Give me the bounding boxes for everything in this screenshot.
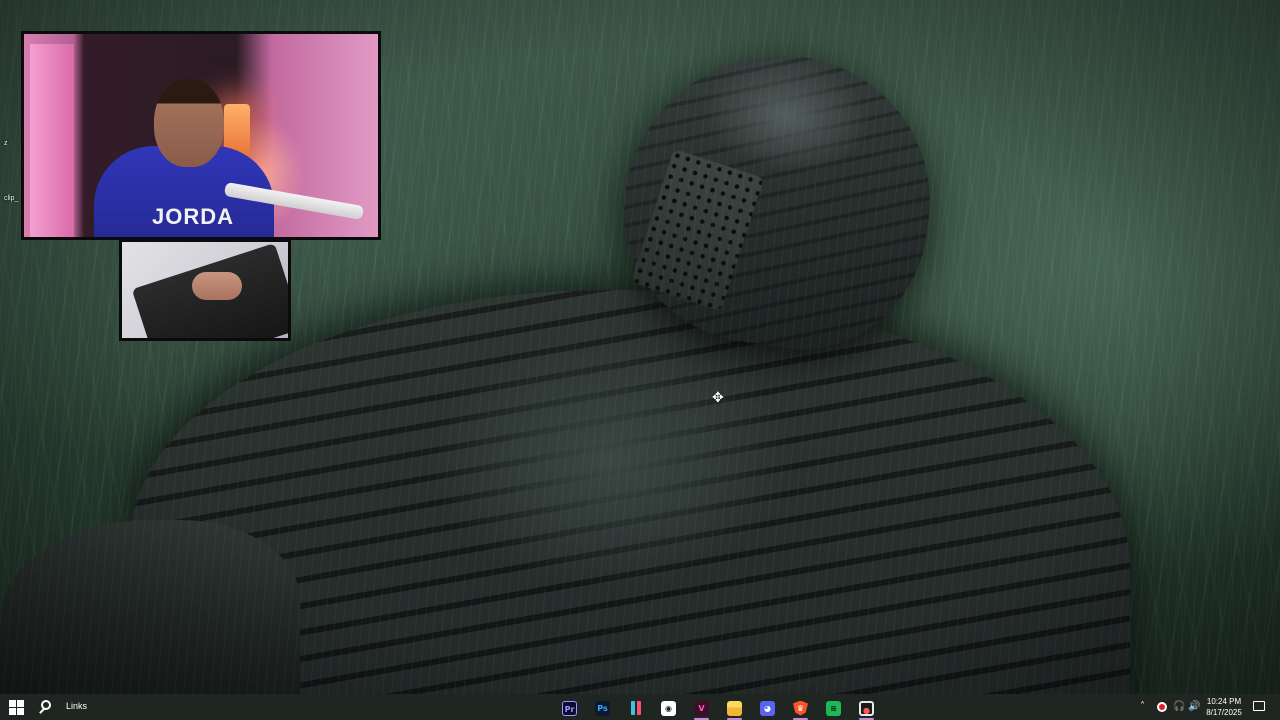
- photoshop-icon: Ps: [595, 700, 610, 716]
- taskbar-app-brave[interactable]: ♛: [784, 697, 817, 720]
- premiere-icon: Pr: [562, 700, 577, 716]
- webcam-person-head: [154, 79, 224, 167]
- taskbar-app-obs[interactable]: ◉: [652, 697, 685, 719]
- desktop-icon-label[interactable]: z: [4, 140, 8, 147]
- desktop-icon-label[interactable]: clip_: [4, 195, 18, 202]
- taskbar-app-discord[interactable]: ◕: [751, 697, 784, 719]
- handcam-hand: [192, 272, 242, 300]
- taskbar-app-photoshop[interactable]: Ps: [586, 697, 619, 719]
- taskbar-app-recorder[interactable]: ●: [850, 697, 883, 720]
- windows-logo-icon[interactable]: [6, 698, 26, 716]
- clock-time: 10:24 PM: [1206, 697, 1242, 706]
- webcam-overlay-face: JORDA: [21, 31, 381, 240]
- obs-icon: ◉: [661, 700, 676, 716]
- chevron-up-icon[interactable]: ˄: [1140, 701, 1145, 713]
- volume-icon[interactable]: 🔊: [1188, 701, 1200, 713]
- notification-icon[interactable]: [1253, 701, 1265, 711]
- taskbar-app-premiere[interactable]: Pr: [553, 697, 586, 719]
- discord-icon: ◕: [760, 700, 775, 716]
- recording-icon[interactable]: [1157, 702, 1167, 712]
- move-cursor-icon: ✥: [712, 389, 724, 405]
- taskbar-search-label[interactable]: Links: [66, 701, 87, 711]
- taskbar-app-vegas[interactable]: V: [685, 697, 718, 720]
- taskbar-clock[interactable]: 10:24 PM 8/17/2025: [1203, 696, 1245, 718]
- folder-icon: [727, 700, 742, 716]
- headset-icon[interactable]: 🎧: [1173, 701, 1185, 713]
- webcam-overlay-hands: [119, 239, 291, 341]
- webcam-shirt-text: JORDA: [152, 204, 235, 229]
- taskbar: Links Pr Ps ◉ V ◕ ♛ ≋ ● ˄ 🎧 🔊 10:24 PM 8…: [0, 694, 1280, 720]
- clock-date: 8/17/2025: [1206, 708, 1242, 717]
- capcut-icon: [628, 700, 643, 716]
- taskbar-app-spotify[interactable]: ≋: [817, 697, 850, 719]
- taskbar-app-file-explorer[interactable]: [718, 697, 751, 720]
- taskbar-app-capcut[interactable]: [619, 697, 652, 719]
- vegas-icon: V: [694, 700, 709, 716]
- search-icon[interactable]: [38, 698, 56, 716]
- spotify-icon: ≋: [826, 700, 841, 716]
- taskbar-apps: Pr Ps ◉ V ◕ ♛ ≋ ●: [553, 697, 883, 720]
- recorder-icon: ●: [859, 700, 874, 716]
- brave-icon: ♛: [793, 700, 808, 716]
- webcam-door: [30, 44, 74, 237]
